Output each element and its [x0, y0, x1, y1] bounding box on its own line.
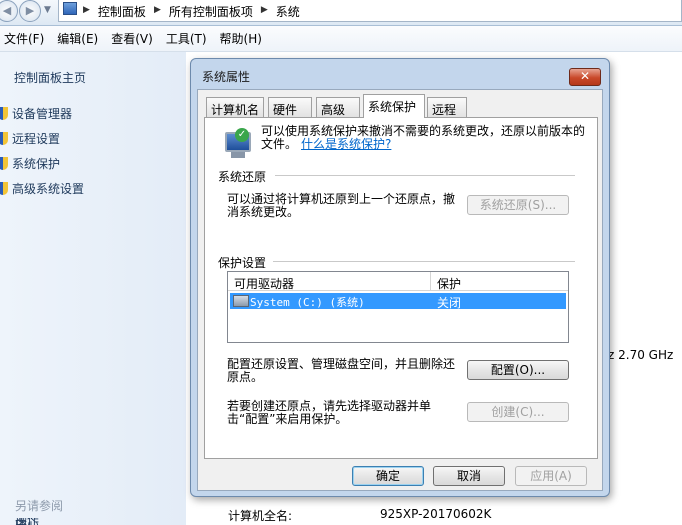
menu-edit[interactable]: 编辑(E)	[57, 30, 98, 47]
computer-name-label: 计算机全名:	[228, 509, 293, 523]
configure-description: 配置还原设置、管理磁盘空间，并且删除还原点。	[227, 357, 456, 384]
menu-help[interactable]: 帮助(H)	[220, 30, 262, 47]
column-header-available-drives[interactable]: 可用驱动器	[234, 275, 294, 292]
drives-list[interactable]: 可用驱动器 保护 System (C:) (系统) 关闭	[227, 271, 569, 343]
tab-computer-name[interactable]: 计算机名	[206, 97, 264, 117]
shield-icon	[0, 182, 8, 195]
column-header-protection[interactable]: 保护	[437, 275, 461, 292]
configure-button[interactable]: 配置(O)...	[467, 360, 569, 380]
sidebar-item-label: 设备管理器	[12, 107, 73, 121]
drives-list-header: 可用驱动器 保护	[228, 272, 568, 291]
dialog-title: 系统属性	[202, 70, 251, 84]
breadcrumb-separator-icon[interactable]: ▶	[261, 3, 268, 20]
sidebar-item-device-manager[interactable]: 设备管理器	[0, 105, 72, 122]
ok-button[interactable]: 确定	[352, 466, 424, 486]
breadcrumb-item[interactable]: 所有控制面板项	[169, 3, 253, 20]
drive-name: System (C:) (系统)	[250, 296, 365, 309]
drive-protection-status: 关闭	[437, 296, 462, 310]
apply-button[interactable]: 应用(A)	[515, 466, 587, 486]
tab-hardware[interactable]: 硬件	[268, 97, 312, 117]
protection-settings-group-title: 保护设置	[218, 256, 267, 270]
system-restore-button[interactable]: 系统还原(S)...	[467, 195, 569, 215]
computer-name-value: 925XP-20170602K	[380, 507, 492, 521]
breadcrumb-item[interactable]: 系统	[276, 3, 300, 20]
sidebar-item-system-protection[interactable]: 系统保护	[0, 155, 60, 172]
sidebar-item-label: 远程设置	[12, 132, 61, 146]
sidebar-item-label: 高级系统设置	[12, 182, 85, 196]
breadcrumb-separator-icon[interactable]: ▶	[83, 3, 90, 20]
back-button[interactable]: ◀	[0, 0, 18, 22]
recent-pages-dropdown-icon[interactable]: ▼	[44, 5, 51, 15]
tab-advanced[interactable]: 高级	[316, 97, 360, 117]
group-divider	[275, 175, 575, 176]
system-restore-group-title: 系统还原	[218, 170, 267, 184]
tab-system-protection[interactable]: 系统保护	[363, 94, 425, 118]
system-restore-description: 可以通过将计算机还原到上一个还原点，撤消系统更改。	[227, 192, 456, 219]
column-divider	[430, 272, 431, 291]
group-divider	[273, 261, 575, 262]
processor-speed: z 2.70 GHz	[608, 348, 674, 362]
dialog-body: 计算机名 硬件 高级 系统保护 远程 ✓ 可以使用系统保护来撤消不需要的系统更改…	[197, 89, 603, 491]
system-protection-computer-icon: ✓	[221, 128, 255, 162]
sidebar: 控制面板主页 设备管理器 远程设置 系统保护 高级系统设置 另请参阅 操作中心	[0, 52, 186, 525]
shield-icon	[0, 107, 8, 120]
intro-description: 可以使用系统保护来撤消不需要的系统更改，还原以前版本的文件。 什么是系统保护?	[261, 125, 591, 151]
tab-remote[interactable]: 远程	[427, 97, 467, 117]
hard-drive-icon	[233, 295, 249, 307]
menu-tools[interactable]: 工具(T)	[166, 30, 207, 47]
sidebar-item-advanced-settings[interactable]: 高级系统设置	[0, 180, 84, 197]
create-description: 若要创建还原点，请先选择驱动器并单击“配置”来启用保护。	[227, 399, 432, 426]
what-is-system-protection-link[interactable]: 什么是系统保护?	[301, 137, 391, 151]
menu-bar: 文件(F) 编辑(E) 查看(V) 工具(T) 帮助(H)	[0, 26, 682, 52]
shield-icon	[0, 132, 8, 145]
sidebar-item-label: 系统保护	[12, 157, 61, 171]
address-bar: ◀ ▶ ▼ ▶ 控制面板 ▶ 所有控制面板项 ▶ 系统	[0, 0, 682, 26]
see-also-heading: 另请参阅	[15, 499, 64, 513]
menu-view[interactable]: 查看(V)	[111, 30, 153, 47]
sidebar-item-remote-settings[interactable]: 远程设置	[0, 130, 60, 147]
close-icon[interactable]: ✕	[569, 68, 601, 86]
sidebar-cut-off-link: 操作中心	[15, 518, 39, 525]
breadcrumb-item[interactable]: 控制面板	[98, 3, 146, 20]
breadcrumb-separator-icon[interactable]: ▶	[154, 3, 161, 20]
create-button[interactable]: 创建(C)...	[467, 402, 569, 422]
address-field[interactable]: ▶ 控制面板 ▶ 所有控制面板项 ▶ 系统	[58, 0, 682, 22]
list-item[interactable]: System (C:) (系统) 关闭	[230, 293, 566, 310]
forward-button[interactable]: ▶	[19, 0, 41, 22]
cancel-button[interactable]: 取消	[433, 466, 505, 486]
shield-icon	[0, 157, 8, 170]
control-panel-icon	[63, 2, 77, 15]
breadcrumb: ▶ 控制面板 ▶ 所有控制面板项 ▶ 系统	[83, 3, 300, 20]
menu-file[interactable]: 文件(F)	[4, 30, 44, 47]
system-properties-dialog: 系统属性 ✕ 计算机名 硬件 高级 系统保护 远程 ✓ 可以使用系统保护来撤消不…	[190, 58, 610, 497]
sidebar-home-link[interactable]: 控制面板主页	[14, 69, 86, 86]
system-protection-panel: ✓ 可以使用系统保护来撤消不需要的系统更改，还原以前版本的文件。 什么是系统保护?…	[204, 117, 598, 459]
